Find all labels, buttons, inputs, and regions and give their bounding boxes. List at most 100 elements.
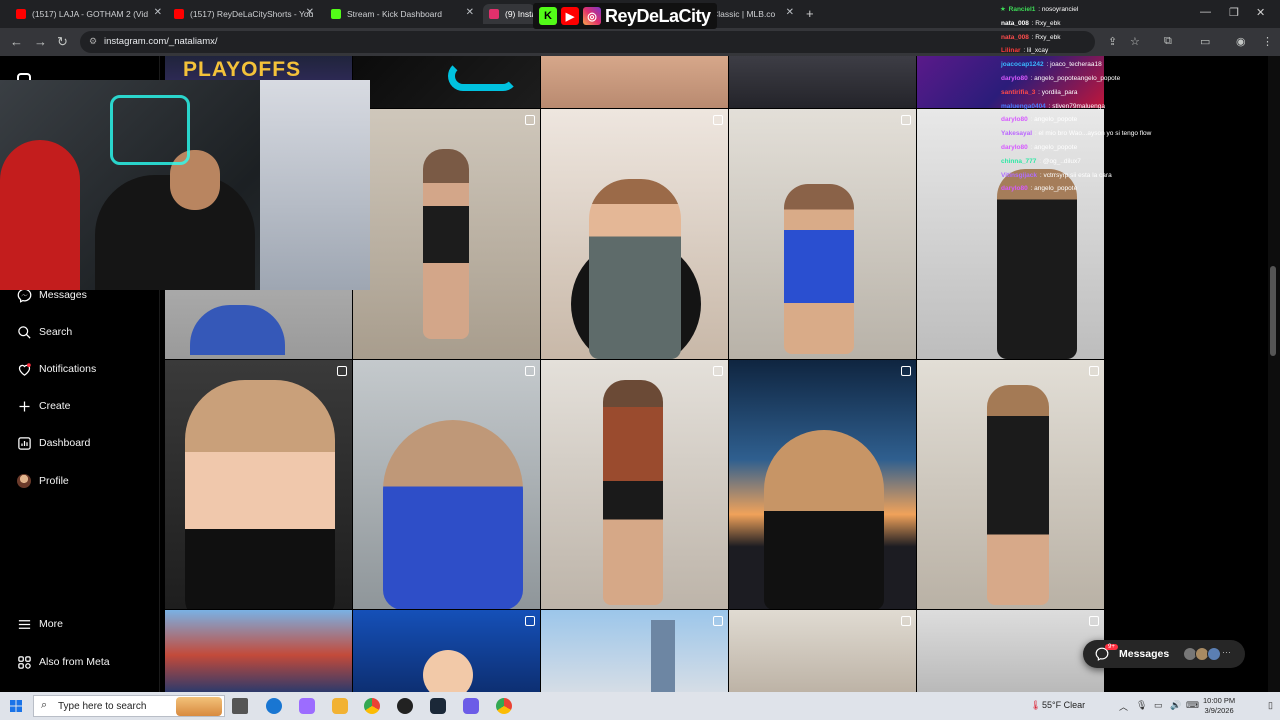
sidebar-item-label: Create [39, 400, 71, 412]
post-thumbnail[interactable] [729, 56, 916, 108]
tab-reydelacity-shorts[interactable]: (1517) ReyDeLaCityShorts - You ✕ [168, 4, 320, 24]
restore-icon[interactable]: ❐ [1229, 6, 1239, 19]
post-carousel-icon [901, 366, 911, 376]
sidebar-item-more[interactable]: More [16, 613, 146, 635]
volume-icon[interactable]: 🔊 [1170, 700, 1181, 711]
post-thumbnail[interactable] [541, 56, 728, 108]
reel-icon [1089, 366, 1099, 376]
hamburger-icon [16, 616, 32, 632]
chat-username: Ranciel1 [1008, 6, 1036, 13]
chat-text: angelo_popoteangelo_popote [1034, 74, 1121, 82]
reel-icon [901, 115, 911, 125]
tab-instagram[interactable]: (9) Insta [483, 4, 535, 24]
reel-icon [901, 616, 911, 626]
post-thumbnail[interactable] [353, 56, 540, 108]
chat-text: nosoyranciel [1041, 6, 1079, 13]
file-explorer-icon[interactable] [332, 698, 348, 714]
windows-taskbar: ⌕ Type here to search 🌡 55°F Clear ︿ 🎙 ▭… [0, 692, 1280, 720]
edge-icon[interactable] [266, 698, 282, 714]
copilot-icon[interactable] [299, 698, 315, 714]
close-icon[interactable]: ✕ [786, 7, 794, 18]
sidebar-item-create[interactable]: Create [16, 395, 146, 417]
menu-kebab-icon[interactable]: ⋮ [1262, 35, 1273, 48]
tab-laja-gotham[interactable]: (1517) LAJA - GOTHAM 2 (Vid ✕ [10, 4, 168, 24]
post-figure [423, 650, 473, 692]
obs-icon[interactable] [397, 698, 413, 714]
new-tab-button[interactable]: + [806, 6, 814, 21]
post-thumbnail[interactable] [729, 109, 916, 359]
post-thumbnail[interactable] [165, 610, 352, 692]
instagram-icon [489, 9, 499, 19]
chat-username: maluenga0404 [1001, 102, 1046, 110]
taskbar-search-input[interactable]: ⌕ Type here to search [33, 695, 225, 717]
close-window-icon[interactable]: ✕ [1256, 6, 1265, 19]
chat-text: el mio bro Wao...ayson yo si tengo flow [1038, 130, 1152, 138]
minimize-icon[interactable]: — [1200, 6, 1211, 18]
post-thumbnail[interactable] [353, 360, 540, 609]
chat-message: nata_008 : Rxy_ebk [1000, 17, 1190, 31]
post-thumbnail[interactable] [729, 360, 916, 609]
messages-floating-button[interactable]: 9+ Messages ··· [1083, 640, 1245, 668]
chat-username: Lilinar [1001, 47, 1021, 55]
chat-message: Vitinsgijack : vctrrsyrp sii esta la car… [1000, 169, 1190, 183]
avatar-icon [16, 473, 32, 489]
page-scrollbar[interactable] [1268, 56, 1280, 692]
scrollbar-thumb[interactable] [1270, 266, 1276, 356]
address-bar[interactable]: ⚙ instagram.com/_nataliamx/ [80, 31, 1095, 53]
close-icon[interactable]: ✕ [466, 7, 474, 18]
sidebar-item-also-from-meta[interactable]: Also from Meta [16, 651, 146, 673]
sidebar-item-label: Profile [39, 475, 69, 487]
post-figure [784, 184, 854, 354]
post-thumbnail[interactable] [353, 610, 540, 692]
chrome-icon[interactable] [496, 698, 512, 714]
app-icon[interactable] [463, 698, 479, 714]
steam-icon[interactable] [430, 698, 446, 714]
post-banner-text: PLAYOFFS [183, 58, 302, 81]
chat-message: santirifia_3 : yordila_para [1000, 86, 1190, 100]
microphone-icon[interactable]: 🎙 [1136, 700, 1147, 711]
site-info-icon[interactable]: ⚙ [89, 36, 97, 47]
post-thumbnail[interactable] [917, 610, 1104, 692]
windows-start-icon[interactable] [10, 700, 22, 712]
post-thumbnail[interactable] [541, 360, 728, 609]
sidebar-item-search[interactable]: Search [16, 321, 146, 343]
tab-label: Stream - Kick Dashboard [347, 9, 442, 19]
reel-icon [713, 115, 723, 125]
post-thumbnail[interactable] [165, 360, 352, 609]
post-thumbnail[interactable] [353, 109, 540, 359]
tab-label: (1517) ReyDeLaCityShorts - You [190, 9, 314, 19]
task-view-icon[interactable] [232, 698, 248, 714]
taskbar-clock[interactable]: 10:00 PM 3/9/2026 [1203, 696, 1235, 716]
close-icon[interactable]: ✕ [154, 7, 162, 18]
notification-center-icon[interactable]: ▯ [1268, 700, 1273, 711]
post-thumbnail[interactable] [541, 610, 728, 692]
weather-status[interactable]: 55°F Clear [1042, 700, 1085, 710]
chat-message: maluenga0404 : stiven79maluenga [1000, 100, 1190, 114]
chat-message: Lilinar : lil_xcay [1000, 44, 1190, 58]
post-figure [603, 380, 663, 605]
chat-username: Vitinsgijack [1001, 171, 1038, 179]
network-icon[interactable]: ▭ [1154, 700, 1163, 711]
post-thumbnail[interactable] [917, 360, 1104, 609]
profile-icon[interactable]: ◉ [1236, 35, 1246, 48]
sidebar-item-dashboard[interactable]: Dashboard [16, 432, 146, 454]
reload-icon[interactable]: ↻ [57, 34, 68, 50]
post-thumbnail[interactable] [729, 610, 916, 692]
chrome-icon[interactable] [364, 698, 380, 714]
youtube-icon [174, 9, 184, 19]
webcam-person-left [0, 140, 80, 290]
sidebar-item-notifications[interactable]: Notifications [16, 358, 146, 380]
post-thumbnail[interactable] [541, 109, 728, 359]
sidebar-item-profile[interactable]: Profile [16, 470, 146, 492]
tab-kick-dashboard[interactable]: Stream - Kick Dashboard ✕ [325, 4, 480, 24]
chat-username: darylo80 [1001, 143, 1028, 151]
keyboard-icon[interactable]: ⌨ [1186, 700, 1199, 711]
chevron-up-icon[interactable]: ︿ [1119, 700, 1128, 713]
forward-icon[interactable]: → [34, 34, 47, 49]
chat-badge-icon: ★ [1000, 6, 1008, 13]
sidepanel-icon[interactable]: ▭ [1200, 35, 1210, 48]
reel-icon [525, 616, 535, 626]
back-icon[interactable]: ← [10, 34, 23, 49]
close-icon[interactable]: ✕ [306, 7, 314, 18]
youtube-icon [16, 9, 26, 19]
